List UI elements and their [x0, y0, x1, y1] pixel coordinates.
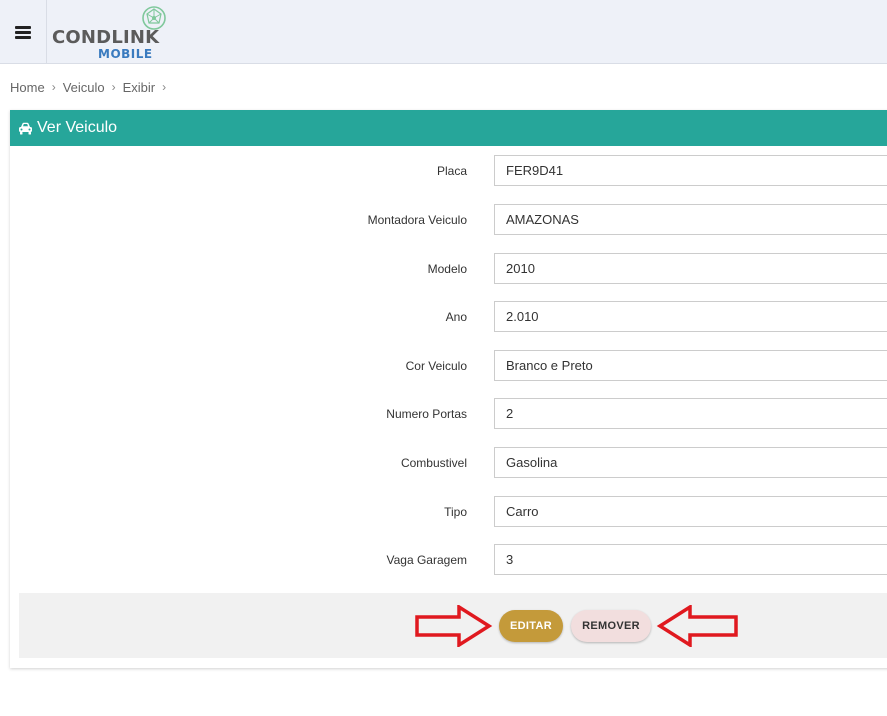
- field-label: Placa: [436, 164, 467, 178]
- app-logo[interactable]: CONDLINK MOBILE: [52, 5, 172, 61]
- modelo-field[interactable]: [494, 253, 887, 284]
- vaga-garagem-field[interactable]: [494, 544, 887, 575]
- montadora-field[interactable]: [494, 204, 887, 235]
- arrow-right-icon: [415, 605, 493, 647]
- field-label: Modelo: [427, 262, 467, 276]
- field-label: Vaga Garagem: [386, 553, 468, 567]
- placa-field[interactable]: [494, 155, 887, 186]
- field-label: Cor Veiculo: [405, 359, 467, 373]
- logo-text: CONDLINK: [52, 27, 160, 48]
- form-row-ano: Ano: [10, 301, 887, 332]
- ano-field[interactable]: [494, 301, 887, 332]
- form-row-combustivel: Combustivel: [10, 447, 887, 478]
- form-row-cor: Cor Veiculo: [10, 350, 887, 381]
- edit-button[interactable]: EDITAR: [499, 610, 563, 642]
- numero-portas-field[interactable]: [494, 398, 887, 429]
- breadcrumb-exibir[interactable]: Exibir: [123, 80, 156, 95]
- field-label: Numero Portas: [386, 407, 467, 421]
- remove-button[interactable]: REMOVER: [571, 610, 651, 642]
- cor-veiculo-field[interactable]: [494, 350, 887, 381]
- form-row-montadora: Montadora Veiculo: [10, 204, 887, 235]
- form-row-tipo: Tipo: [10, 496, 887, 527]
- vehicle-detail-card: Ver Veiculo Placa Montadora Veiculo Mode…: [10, 110, 887, 668]
- breadcrumb-home[interactable]: Home: [10, 80, 45, 95]
- field-label: Combustivel: [400, 456, 467, 470]
- logo-subtext: MOBILE: [98, 47, 153, 61]
- top-navbar: CONDLINK MOBILE: [0, 0, 887, 64]
- breadcrumb-veiculo[interactable]: Veiculo: [63, 80, 105, 95]
- chevron-right-icon: ›: [162, 80, 167, 94]
- card-title: Ver Veiculo: [37, 119, 118, 136]
- form-row-modelo: Modelo: [10, 253, 887, 284]
- form-row-placa: Placa: [10, 155, 887, 186]
- form-actions-bar: EDITAR REMOVER: [19, 593, 887, 658]
- chevron-right-icon: ›: [111, 80, 116, 94]
- hamburger-icon: [15, 25, 31, 39]
- form-row-portas: Numero Portas: [10, 398, 887, 429]
- field-label: Ano: [445, 310, 467, 324]
- combustivel-field[interactable]: [494, 447, 887, 478]
- hamburger-menu-button[interactable]: [0, 0, 47, 64]
- card-header: Ver Veiculo: [10, 110, 887, 146]
- breadcrumb: Home › Veiculo › Exibir ›: [10, 78, 173, 96]
- car-icon: [19, 122, 32, 134]
- form-row-vaga: Vaga Garagem: [10, 544, 887, 575]
- tipo-field[interactable]: [494, 496, 887, 527]
- chevron-right-icon: ›: [51, 80, 56, 94]
- field-label: Tipo: [444, 505, 467, 519]
- field-label: Montadora Veiculo: [367, 213, 467, 227]
- arrow-left-icon: [656, 605, 738, 647]
